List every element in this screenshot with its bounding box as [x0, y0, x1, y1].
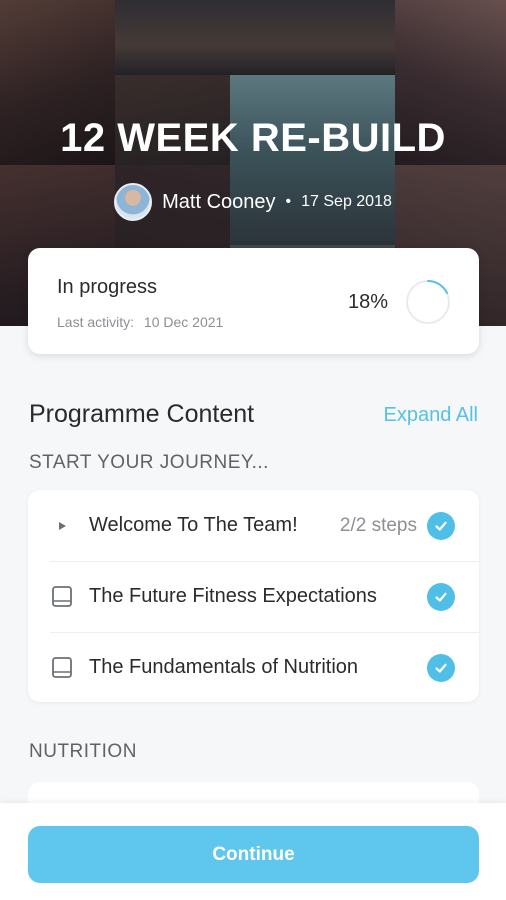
list-item[interactable]: The Fundamentals of Nutrition [28, 632, 479, 703]
author-row: Matt Cooney • 17 Sep 2018 [0, 183, 506, 221]
author-name[interactable]: Matt Cooney [162, 191, 275, 214]
book-icon [50, 585, 74, 609]
list-item-label: The Fundamentals of Nutrition [89, 656, 359, 678]
separator-dot: • [285, 193, 292, 210]
programme-title: 12 WEEK RE-BUILD [60, 116, 446, 160]
continue-button[interactable]: Continue [28, 826, 479, 883]
section-heading: Programme Content [29, 400, 255, 428]
check-icon [427, 653, 455, 682]
group-label: START YOUR JOURNEY... [29, 452, 269, 473]
group-label: NUTRITION [29, 741, 137, 762]
check-icon [427, 582, 455, 611]
avatar[interactable] [114, 183, 153, 221]
last-activity: Last activity: 10 Dec 2021 [57, 314, 223, 330]
progress-status: In progress [57, 276, 158, 298]
publish-date: 17 Sep 2018 [301, 193, 392, 210]
list-item-label: The Future Fitness Expectations [89, 585, 377, 607]
expand-all-link[interactable]: Expand All [383, 404, 478, 427]
lesson-list: Welcome To The Team! 2/2 steps The Futur… [28, 490, 479, 702]
list-item[interactable]: The Future Fitness Expectations [28, 561, 479, 632]
book-icon [50, 656, 74, 680]
steps-count: 2/2 steps [339, 514, 417, 536]
last-activity-date: 10 Dec 2021 [143, 314, 224, 330]
list-item[interactable]: Welcome To The Team! 2/2 steps [28, 490, 479, 561]
progress-card: In progress Last activity: 10 Dec 2021 1… [28, 248, 479, 354]
play-icon [50, 514, 74, 538]
check-icon [427, 511, 455, 540]
last-activity-label: Last activity: [57, 314, 135, 330]
list-item-label: Welcome To The Team! [89, 514, 298, 536]
progress-ring-icon [406, 280, 450, 324]
progress-percent: 18% [348, 291, 389, 313]
